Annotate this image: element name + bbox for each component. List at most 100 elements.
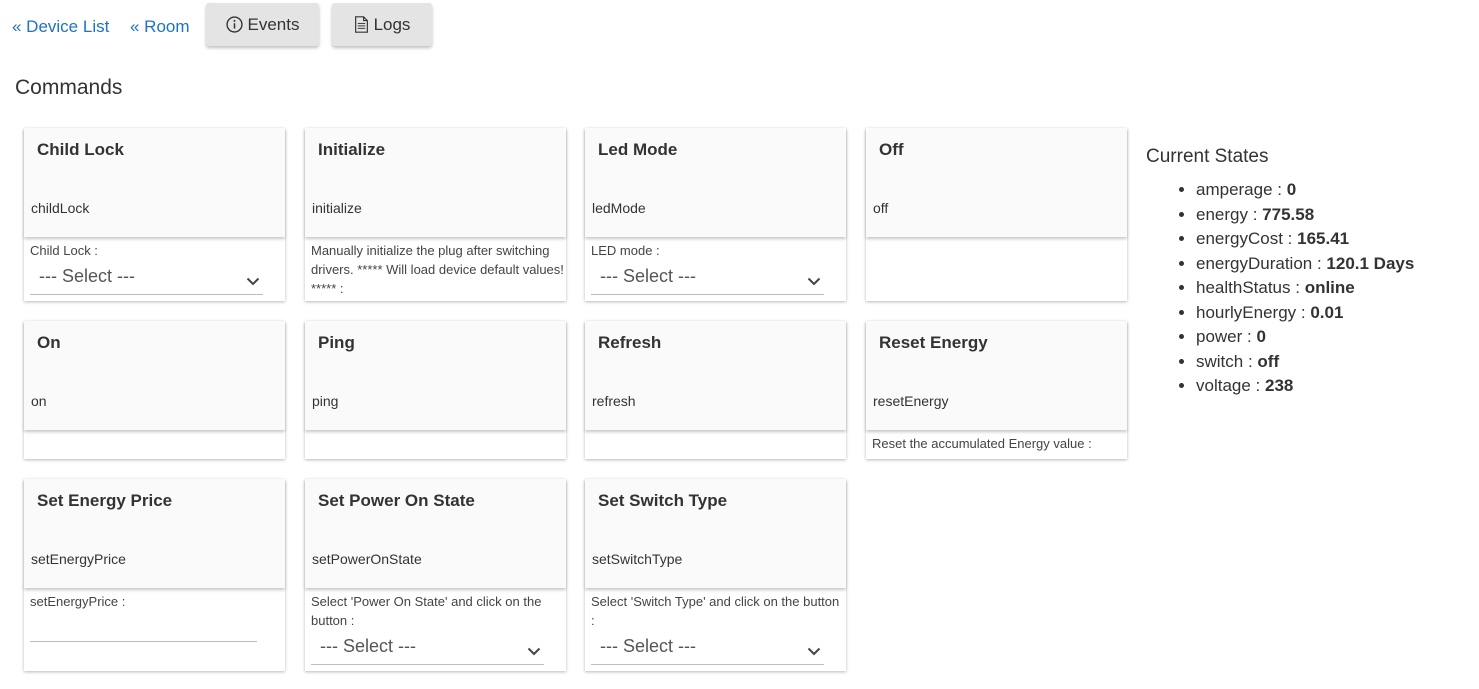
select-value: --- Select --- xyxy=(320,636,416,656)
command-card-led-mode: Led Mode ledMode LED mode : --- Select -… xyxy=(585,128,846,301)
state-value: off xyxy=(1257,351,1280,371)
state-value: 0 xyxy=(1256,327,1266,346)
commands-title: Commands xyxy=(15,76,123,99)
chevron-down-icon xyxy=(807,272,821,291)
device-list-link[interactable]: « Device List xyxy=(12,17,109,37)
state-value: 165.41 xyxy=(1297,229,1350,248)
state-key: power xyxy=(1196,327,1243,346)
energy-price-input[interactable] xyxy=(30,619,257,642)
command-name: ledMode xyxy=(592,200,646,216)
command-title: Off xyxy=(879,140,904,159)
current-states-panel: Current States amperage : 0 energy : 775… xyxy=(1146,146,1414,399)
state-key: energyDuration xyxy=(1196,253,1313,273)
command-card-off: Off off xyxy=(866,128,1127,301)
state-key: amperage xyxy=(1196,180,1273,199)
state-value: 775.58 xyxy=(1262,204,1315,224)
command-card-child-lock: Child Lock childLock Child Lock : --- Se… xyxy=(24,128,285,301)
state-item: power : 0 xyxy=(1196,325,1414,350)
command-title: Set Power On State xyxy=(318,491,475,510)
set-power-on-state-button[interactable]: Set Power On State setPowerOnState xyxy=(305,479,566,588)
command-card-initialize: Initialize initialize Manually initializ… xyxy=(305,128,566,301)
set-energy-price-button[interactable]: Set Energy Price setEnergyPrice xyxy=(24,479,285,588)
state-item: healthStatus : online xyxy=(1196,276,1414,301)
parameter-label: LED mode : xyxy=(591,243,660,258)
parameter-label: setEnergyPrice : xyxy=(30,594,126,609)
select-value: --- Select --- xyxy=(600,266,696,286)
info-circle-icon xyxy=(225,16,243,33)
command-card-on: On on xyxy=(24,321,285,459)
command-name: initialize xyxy=(312,200,362,216)
initialize-button[interactable]: Initialize initialize xyxy=(305,128,566,237)
reset-energy-button[interactable]: Reset Energy resetEnergy xyxy=(866,321,1127,430)
logs-button[interactable]: Logs xyxy=(332,3,432,46)
state-item: amperage : 0 xyxy=(1196,178,1414,203)
room-link[interactable]: « Room xyxy=(130,17,190,37)
state-value: online xyxy=(1304,278,1355,297)
document-icon xyxy=(354,16,369,33)
command-card-reset-energy: Reset Energy resetEnergy Reset the accum… xyxy=(866,321,1127,459)
events-button-label: Events xyxy=(247,14,300,34)
state-item: voltage : 238 xyxy=(1196,374,1414,399)
command-title: Initialize xyxy=(318,140,386,159)
command-title: On xyxy=(37,333,61,352)
current-states-title: Current States xyxy=(1146,146,1269,167)
state-item: energyDuration : 120.1 Days xyxy=(1196,252,1414,277)
command-title: Reset Energy xyxy=(879,333,988,352)
power-on-state-select[interactable]: --- Select --- xyxy=(311,634,544,665)
events-button[interactable]: Events xyxy=(206,3,319,46)
command-title: Ping xyxy=(318,333,355,352)
chevron-down-icon xyxy=(527,642,541,661)
off-button[interactable]: Off off xyxy=(866,128,1127,237)
top-navigation: « Device List « Room Events Logs xyxy=(0,0,700,50)
state-key: healthStatus xyxy=(1196,278,1291,297)
refresh-button[interactable]: Refresh refresh xyxy=(585,321,846,430)
chevron-down-icon xyxy=(246,272,260,291)
parameter-label: Manually initialize the plug after switc… xyxy=(311,243,564,296)
command-card-refresh: Refresh refresh xyxy=(585,321,846,459)
ping-button[interactable]: Ping ping xyxy=(305,321,566,430)
set-switch-type-button[interactable]: Set Switch Type setSwitchType xyxy=(585,479,846,588)
current-states-list: amperage : 0 energy : 775.58 energyCost … xyxy=(1146,178,1414,399)
command-title: Set Switch Type xyxy=(598,491,728,510)
command-card-set-switch-type: Set Switch Type setSwitchType Select 'Sw… xyxy=(585,479,846,671)
state-key: switch xyxy=(1196,351,1244,371)
state-key: energyCost xyxy=(1196,229,1283,248)
command-title: Led Mode xyxy=(598,140,678,159)
parameter-label: Select 'Switch Type' and click on the bu… xyxy=(591,594,840,628)
state-item: energyCost : 165.41 xyxy=(1196,227,1414,252)
state-value: 0 xyxy=(1286,180,1297,199)
command-name: setPowerOnState xyxy=(312,551,422,567)
state-value: 0.01 xyxy=(1310,302,1344,322)
command-card-set-power-on-state: Set Power On State setPowerOnState Selec… xyxy=(305,479,566,671)
parameter-label: Reset the accumulated Energy value : xyxy=(872,436,1092,451)
select-value: --- Select --- xyxy=(600,636,696,656)
child-lock-button[interactable]: Child Lock childLock xyxy=(24,128,285,237)
command-name: childLock xyxy=(31,200,90,216)
on-button[interactable]: On on xyxy=(24,321,285,430)
switch-type-select[interactable]: --- Select --- xyxy=(591,634,824,665)
state-item: hourlyEnergy : 0.01 xyxy=(1196,301,1414,326)
command-name: setEnergyPrice xyxy=(31,551,126,567)
command-name: on xyxy=(31,393,47,409)
state-key: energy xyxy=(1196,204,1248,224)
child-lock-select[interactable]: --- Select --- xyxy=(30,264,263,295)
state-key: hourlyEnergy xyxy=(1196,302,1297,322)
parameter-label: Select 'Power On State' and click on the… xyxy=(311,594,542,628)
command-name: setSwitchType xyxy=(592,551,683,567)
led-mode-select[interactable]: --- Select --- xyxy=(591,264,824,295)
command-title: Set Energy Price xyxy=(37,491,173,510)
command-name: off xyxy=(873,200,889,216)
command-title: Child Lock xyxy=(37,140,124,159)
command-card-set-energy-price: Set Energy Price setEnergyPrice setEnerg… xyxy=(24,479,285,671)
parameter-label: Child Lock : xyxy=(30,243,98,258)
command-name: resetEnergy xyxy=(873,393,949,409)
state-item: energy : 775.58 xyxy=(1196,203,1414,228)
command-name: ping xyxy=(312,393,339,409)
state-item: switch : off xyxy=(1196,350,1414,375)
command-title: Refresh xyxy=(598,333,662,352)
led-mode-button[interactable]: Led Mode ledMode xyxy=(585,128,846,237)
select-value: --- Select --- xyxy=(39,266,135,286)
state-value: 238 xyxy=(1265,376,1294,395)
chevron-down-icon xyxy=(807,642,821,661)
logs-button-label: Logs xyxy=(373,14,411,34)
